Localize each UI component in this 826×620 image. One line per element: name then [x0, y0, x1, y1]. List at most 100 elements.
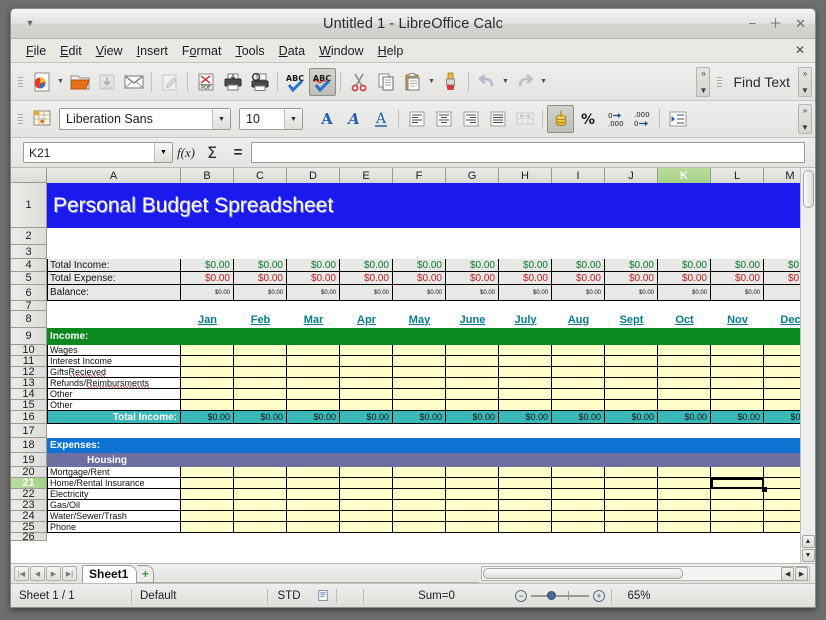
menu-help[interactable]: Help [371, 41, 411, 61]
scroll-right-icon[interactable]: ▶ [795, 566, 809, 581]
month-header-Mar[interactable]: Mar [287, 311, 340, 328]
formula-icon[interactable]: = [225, 144, 251, 161]
income-entry-1-4[interactable] [393, 356, 446, 367]
format-percent-icon[interactable]: % [574, 105, 601, 133]
income-entry-4-6[interactable] [499, 389, 552, 400]
income-entry-0-2[interactable] [287, 345, 340, 356]
income-entry-0-8[interactable] [605, 345, 658, 356]
income-entry-3-7[interactable] [552, 378, 605, 389]
column-header-F[interactable]: F [393, 168, 446, 183]
format-currency-icon[interactable] [547, 105, 574, 133]
expense-entry-1-1[interactable] [234, 478, 287, 489]
income-entry-4-2[interactable] [287, 389, 340, 400]
income-entry-4-10[interactable] [711, 389, 764, 400]
align-left-icon[interactable] [403, 105, 430, 133]
month-header-Sept[interactable]: Sept [605, 311, 658, 328]
expense-entry-3-1[interactable] [234, 500, 287, 511]
expense-entry-3-8[interactable] [605, 500, 658, 511]
findbar-grip[interactable] [715, 71, 724, 93]
income-entry-0-11[interactable] [764, 345, 800, 356]
summary-value-1-1[interactable]: $0.00 [234, 272, 287, 285]
zoom-out-icon[interactable]: − [515, 589, 527, 602]
income-section-header[interactable]: Income: [47, 328, 800, 345]
redo-icon[interactable] [511, 68, 538, 96]
month-header-Nov[interactable]: Nov [711, 311, 764, 328]
summary-value-0-2[interactable]: $0.00 [287, 259, 340, 272]
expense-entry-3-11[interactable] [764, 500, 800, 511]
income-entry-0-10[interactable] [711, 345, 764, 356]
income-entry-5-5[interactable] [446, 400, 499, 411]
expense-entry-2-11[interactable] [764, 489, 800, 500]
expense-entry-3-3[interactable] [340, 500, 393, 511]
total-income-value-3[interactable]: $0.00 [340, 411, 393, 424]
align-right-icon[interactable] [457, 105, 484, 133]
column-header-I[interactable]: I [552, 168, 605, 183]
month-header-May[interactable]: May [393, 311, 446, 328]
row-header-18[interactable]: 18 [11, 438, 47, 453]
summary-value-0-10[interactable]: $0.00 [711, 259, 764, 272]
income-entry-3-9[interactable] [658, 378, 711, 389]
clone-formatting-icon[interactable] [437, 68, 464, 96]
row-header-15[interactable]: 15 [11, 399, 47, 411]
income-entry-5-7[interactable] [552, 400, 605, 411]
row-header-26[interactable]: 26 [11, 531, 47, 543]
delete-decimal-icon[interactable]: .000 0 [628, 105, 655, 133]
expense-entry-0-10[interactable] [711, 467, 764, 478]
new-dropdown-icon[interactable]: ▼ [55, 69, 66, 95]
toolbar-grip[interactable] [16, 71, 25, 93]
income-entry-4-5[interactable] [446, 389, 499, 400]
income-entry-2-3[interactable] [340, 367, 393, 378]
income-entry-1-1[interactable] [234, 356, 287, 367]
income-entry-5-8[interactable] [605, 400, 658, 411]
cell-A1[interactable]: Personal Budget Spreadsheet [47, 183, 800, 228]
expense-entry-0-11[interactable] [764, 467, 800, 478]
summary-value-1-5[interactable]: $0.00 [446, 272, 499, 285]
email-document-icon[interactable] [120, 68, 147, 96]
summary-value-2-8[interactable]: $0.00 [605, 285, 658, 301]
total-income-value-9[interactable]: $0.00 [658, 411, 711, 424]
summary-value-1-7[interactable]: $0.00 [552, 272, 605, 285]
expense-entry-5-6[interactable] [499, 522, 552, 533]
first-sheet-icon[interactable]: |◀ [14, 566, 29, 581]
expense-entry-3-4[interactable] [393, 500, 446, 511]
menu-tools[interactable]: Tools [228, 41, 271, 61]
expense-entry-5-5[interactable] [446, 522, 499, 533]
minimize-button[interactable]: − [748, 17, 756, 30]
expense-entry-2-7[interactable] [552, 489, 605, 500]
income-entry-3-10[interactable] [711, 378, 764, 389]
summary-value-0-11[interactable]: $0.00 [764, 259, 800, 272]
column-header-E[interactable]: E [340, 168, 393, 183]
copy-icon[interactable] [372, 68, 399, 96]
expense-entry-4-3[interactable] [340, 511, 393, 522]
income-entry-2-6[interactable] [499, 367, 552, 378]
income-entry-4-4[interactable] [393, 389, 446, 400]
total-income-value-2[interactable]: $0.00 [287, 411, 340, 424]
standard-toolbar-overflow-icon[interactable]: » ▼ [696, 66, 711, 97]
last-sheet-icon[interactable]: ▶| [62, 566, 77, 581]
income-entry-5-0[interactable] [181, 400, 234, 411]
housing-subsection-header[interactable]: Housing [47, 453, 800, 467]
toolbar-grip[interactable] [16, 108, 25, 130]
open-document-icon[interactable] [66, 68, 93, 96]
expense-entry-5-1[interactable] [234, 522, 287, 533]
sheet-tab-sheet1[interactable]: Sheet1 [82, 564, 138, 583]
column-header-J[interactable]: J [605, 168, 658, 183]
horizontal-scrollbar-thumb[interactable] [483, 568, 684, 579]
row-header-19[interactable]: 19 [11, 453, 47, 467]
income-entry-4-0[interactable] [181, 389, 234, 400]
income-entry-2-0[interactable] [181, 367, 234, 378]
income-entry-5-10[interactable] [711, 400, 764, 411]
summary-label-1[interactable]: Total Expense: [47, 272, 181, 285]
month-header-Dec[interactable]: Dec [764, 311, 800, 328]
expense-entry-1-3[interactable] [340, 478, 393, 489]
total-income-value-4[interactable]: $0.00 [393, 411, 446, 424]
row-header-7[interactable]: 7 [11, 300, 47, 312]
maximize-button[interactable]: ＋ [769, 17, 782, 30]
font-size-dropdown-icon[interactable]: ▼ [284, 109, 302, 129]
total-income-value-1[interactable]: $0.00 [234, 411, 287, 424]
status-insert-mode[interactable]: STD [268, 584, 310, 607]
income-entry-1-5[interactable] [446, 356, 499, 367]
expense-entry-0-9[interactable] [658, 467, 711, 478]
column-header-M[interactable]: M [764, 168, 800, 183]
find-text-field[interactable]: Find Text [733, 74, 790, 90]
